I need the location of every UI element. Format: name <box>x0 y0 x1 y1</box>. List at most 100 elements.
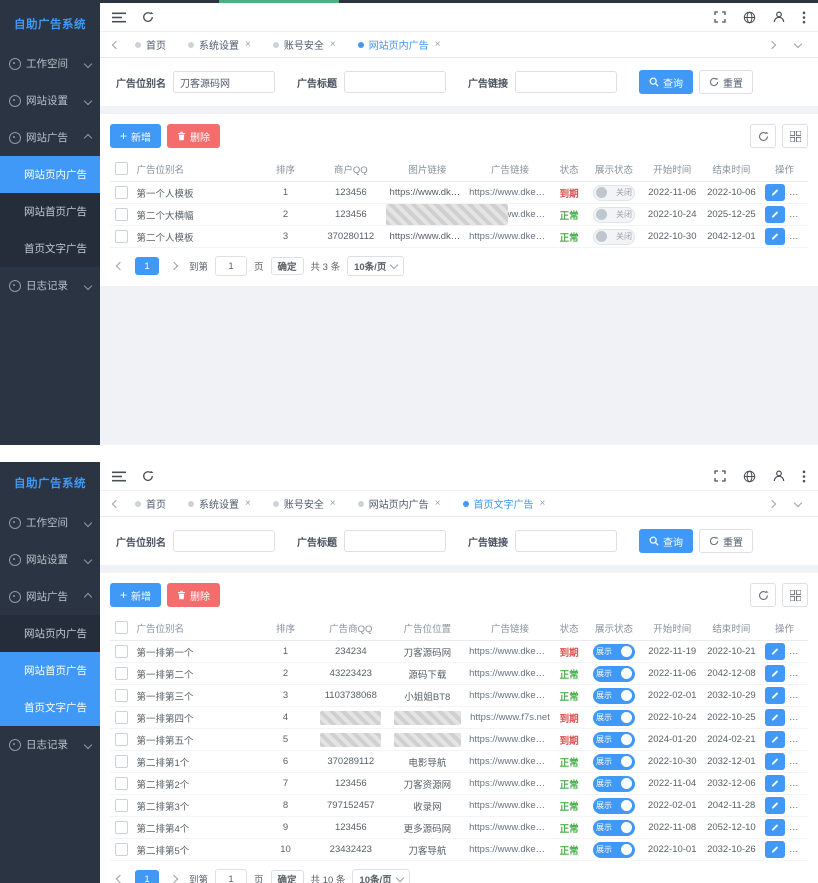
display-toggle[interactable]: 关闭 <box>593 185 635 201</box>
refresh-icon[interactable] <box>142 470 154 482</box>
search-input[interactable] <box>173 71 275 93</box>
goto-page-input[interactable] <box>215 869 247 883</box>
tab-close-icon[interactable]: × <box>435 498 441 509</box>
query-button[interactable]: 查询 <box>639 70 693 94</box>
edit-row-button[interactable] <box>765 206 785 223</box>
edit-row-button[interactable] <box>765 643 785 660</box>
page-number-button[interactable]: 1 <box>135 257 159 275</box>
add-button[interactable]: + 新增 <box>110 124 161 148</box>
column-settings-button[interactable] <box>782 124 808 148</box>
sidebar-subitem[interactable]: 网站首页广告 <box>0 193 100 230</box>
row-checkbox[interactable] <box>115 689 128 702</box>
tabs-scroll-left-button[interactable] <box>108 501 124 507</box>
prev-page-button[interactable] <box>112 257 128 275</box>
row-checkbox[interactable] <box>115 733 128 746</box>
row-checkbox[interactable] <box>115 821 128 834</box>
tab[interactable]: 系统设置× <box>177 491 262 516</box>
display-toggle[interactable]: 展示 <box>593 644 635 660</box>
goto-page-input[interactable] <box>215 256 247 276</box>
row-checkbox[interactable] <box>115 799 128 812</box>
reset-button[interactable]: 重置 <box>699 529 753 553</box>
sidebar-subitem[interactable]: 首页文字广告 <box>0 230 100 267</box>
display-toggle[interactable]: 展示 <box>593 842 635 858</box>
query-button[interactable]: 查询 <box>639 529 693 553</box>
display-toggle[interactable]: 展示 <box>593 732 635 748</box>
edit-row-button[interactable] <box>765 687 785 704</box>
search-input[interactable] <box>344 530 446 552</box>
display-toggle[interactable]: 展示 <box>593 666 635 682</box>
fullscreen-icon[interactable] <box>714 470 726 482</box>
row-checkbox[interactable] <box>115 667 128 680</box>
tab[interactable]: 网站页内广告× <box>347 32 452 57</box>
next-page-button[interactable] <box>166 870 182 883</box>
edit-row-button[interactable] <box>765 775 785 792</box>
more-vertical-icon[interactable] <box>802 470 806 483</box>
sidebar-item-site-settings[interactable]: 网站设置 <box>0 541 100 578</box>
user-icon[interactable] <box>773 470 785 482</box>
more-vertical-icon[interactable] <box>802 11 806 24</box>
sidebar-subitem[interactable]: 网站页内广告 <box>0 615 100 652</box>
row-checkbox[interactable] <box>115 755 128 768</box>
tab[interactable]: 首页 <box>124 32 177 57</box>
tabs-menu-button[interactable] <box>790 502 806 506</box>
display-toggle[interactable]: 展示 <box>593 688 635 704</box>
display-toggle[interactable]: 展示 <box>593 754 635 770</box>
collapse-menu-icon[interactable] <box>112 471 126 482</box>
tab[interactable]: 系统设置× <box>177 32 262 57</box>
user-icon[interactable] <box>773 11 785 23</box>
display-toggle[interactable]: 展示 <box>593 798 635 814</box>
add-button[interactable]: + 新增 <box>110 583 161 607</box>
edit-row-button[interactable] <box>765 797 785 814</box>
tabs-scroll-left-button[interactable] <box>108 42 124 48</box>
edit-row-button[interactable] <box>765 709 785 726</box>
tabs-scroll-right-button[interactable] <box>764 42 780 48</box>
display-toggle[interactable]: 展示 <box>593 776 635 792</box>
tabs-scroll-right-button[interactable] <box>764 501 780 507</box>
tab[interactable]: 首页 <box>124 491 177 516</box>
tab[interactable]: 账号安全× <box>262 491 347 516</box>
collapse-menu-icon[interactable] <box>112 12 126 23</box>
sidebar-subitem[interactable]: 网站页内广告 <box>0 156 100 193</box>
sidebar-item-workspace[interactable]: 工作空间 <box>0 504 100 541</box>
row-checkbox[interactable] <box>115 208 128 221</box>
display-toggle[interactable]: 关闭 <box>593 207 635 223</box>
column-settings-button[interactable] <box>782 583 808 607</box>
sidebar-item-logs[interactable]: 日志记录 <box>0 267 100 304</box>
display-toggle[interactable]: 展示 <box>593 820 635 836</box>
refresh-icon[interactable] <box>142 11 154 23</box>
globe-icon[interactable] <box>743 11 756 24</box>
sidebar-subitem[interactable]: 首页文字广告 <box>0 689 100 726</box>
row-checkbox[interactable] <box>115 777 128 790</box>
next-page-button[interactable] <box>166 257 182 275</box>
search-input[interactable] <box>344 71 446 93</box>
row-checkbox[interactable] <box>115 186 128 199</box>
tab[interactable]: 网站页内广告× <box>347 491 452 516</box>
sidebar-item-logs[interactable]: 日志记录 <box>0 726 100 763</box>
display-toggle[interactable]: 关闭 <box>593 229 635 245</box>
edit-row-button[interactable] <box>765 841 785 858</box>
row-checkbox[interactable] <box>115 230 128 243</box>
edit-row-button[interactable] <box>765 819 785 836</box>
delete-button[interactable]: 删除 <box>167 583 220 607</box>
tab-close-icon[interactable]: × <box>540 498 546 509</box>
confirm-page-button[interactable]: 确定 <box>271 870 304 883</box>
sidebar-item-workspace[interactable]: 工作空间 <box>0 45 100 82</box>
row-checkbox[interactable] <box>115 843 128 856</box>
sidebar-subitem[interactable]: 网站首页广告 <box>0 652 100 689</box>
search-input[interactable] <box>515 71 617 93</box>
edit-row-button[interactable] <box>765 184 785 201</box>
tab-close-icon[interactable]: × <box>245 498 251 509</box>
sidebar-item-site-ads[interactable]: 网站广告 <box>0 119 100 156</box>
tab[interactable]: 账号安全× <box>262 32 347 57</box>
search-input[interactable] <box>173 530 275 552</box>
tab-close-icon[interactable]: × <box>245 39 251 50</box>
page-size-select[interactable]: 10条/页 <box>352 869 409 883</box>
tab[interactable]: 首页文字广告× <box>452 491 557 516</box>
edit-row-button[interactable] <box>765 731 785 748</box>
fullscreen-icon[interactable] <box>714 11 726 23</box>
tab-close-icon[interactable]: × <box>435 39 441 50</box>
tab-close-icon[interactable]: × <box>330 39 336 50</box>
refresh-table-button[interactable] <box>750 583 776 607</box>
display-toggle[interactable]: 展示 <box>593 710 635 726</box>
search-input[interactable] <box>515 530 617 552</box>
